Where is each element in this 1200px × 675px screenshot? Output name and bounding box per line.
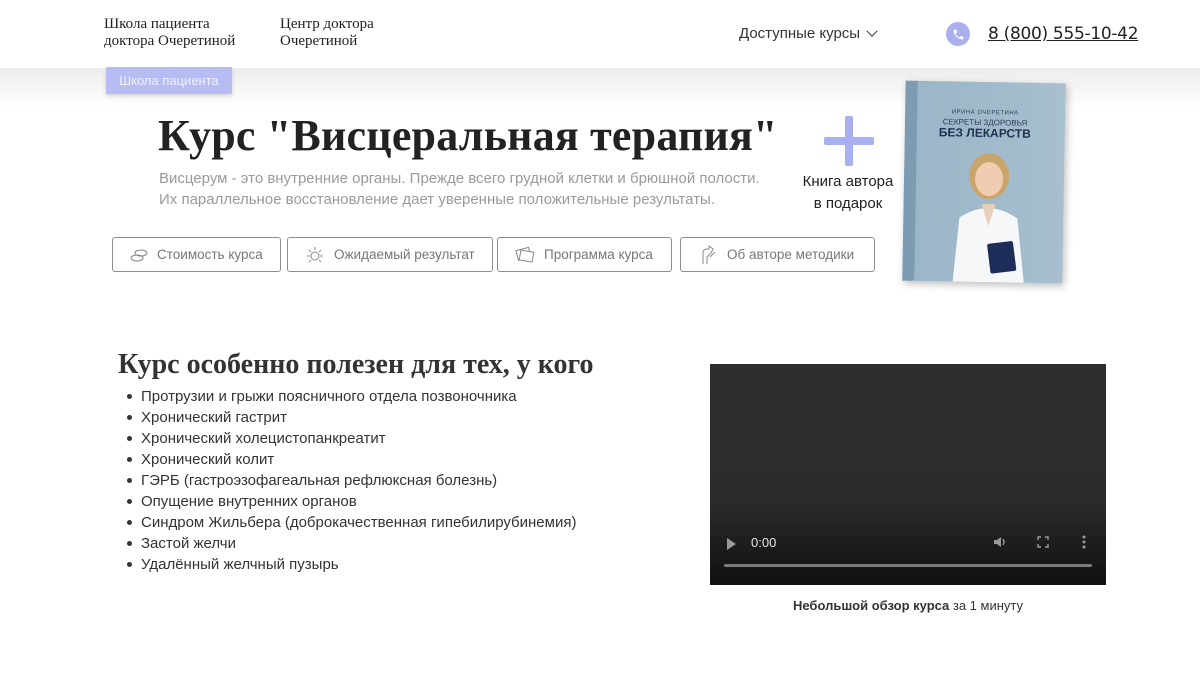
- cards-icon: [515, 246, 535, 263]
- brand-center-line2: Очеретиной: [280, 33, 358, 49]
- list-item: Хронический колит: [126, 449, 576, 470]
- sun-icon: [307, 246, 323, 262]
- breadcrumb[interactable]: Школа пациента: [106, 67, 232, 94]
- tab-author-label: Об авторе методики: [727, 247, 855, 262]
- conditions-title: Курс особенно полезен для тех, у кого: [118, 349, 594, 380]
- course-description-line2: Их параллельное восстановление дает увер…: [159, 191, 716, 208]
- tab-program[interactable]: Программа курса: [497, 237, 672, 272]
- book-cover-image: ИРИНА ОЧЕРЕТИНА СЕКРЕТЫ ЗДОРОВЬЯ БЕЗ ЛЕК…: [902, 80, 1066, 284]
- tab-expected-result[interactable]: Ожидаемый результат: [287, 237, 493, 272]
- plus-icon: [824, 116, 874, 166]
- brand-center-link[interactable]: Центр доктора Очеретиной: [280, 16, 374, 50]
- tab-price[interactable]: Стоимость курса: [112, 237, 281, 272]
- phone-icon[interactable]: [946, 22, 970, 46]
- gift-text: Книга автора в подарок: [796, 171, 900, 215]
- course-description-line1: Висцерум - это внутренние органы. Прежде…: [159, 170, 760, 187]
- site-header: Школа пациента доктора Очеретиной Центр …: [0, 0, 1200, 68]
- play-icon[interactable]: [727, 538, 736, 550]
- list-item: Застой желчи: [126, 533, 576, 554]
- video-progress-bar[interactable]: [724, 564, 1092, 567]
- gift-line1: Книга автора: [802, 173, 894, 190]
- brand-school-line1: Школа пациента: [104, 16, 210, 32]
- course-description: Висцерум - это внутренние органы. Прежде…: [159, 168, 789, 210]
- video-caption: Небольшой обзор курса за 1 минуту: [710, 598, 1200, 613]
- tab-program-label: Программа курса: [544, 247, 653, 262]
- brand-school-line2: доктора Очеретиной: [104, 33, 236, 49]
- tab-expected-result-label: Ожидаемый результат: [334, 247, 475, 262]
- gift-line2: в подарок: [813, 195, 883, 212]
- page-title: Курс "Висцеральная терапия": [158, 111, 778, 160]
- list-item: Удалённый желчный пузырь: [126, 554, 576, 575]
- tab-author[interactable]: Об авторе методики: [680, 237, 875, 272]
- more-options-icon[interactable]: [1082, 535, 1086, 549]
- video-time: 0:00: [751, 535, 777, 550]
- author-icon: [702, 244, 716, 264]
- volume-icon[interactable]: [992, 534, 1008, 550]
- list-item: Синдром Жильбера (доброкачественная гипе…: [126, 514, 577, 531]
- chevron-down-icon: [866, 25, 878, 37]
- courses-dropdown-label: Доступные курсы: [739, 25, 861, 42]
- video-caption-rest: за 1 минуту: [949, 598, 1023, 613]
- phone-number-link[interactable]: 8 (800) 555-10-42: [988, 24, 1139, 44]
- author-photo-icon: [952, 153, 1025, 284]
- brand-school-link[interactable]: Школа пациента доктора Очеретиной: [104, 16, 235, 50]
- book-title: БЕЗ ЛЕКАРСТВ: [938, 125, 1031, 141]
- conditions-list: Протрузии и грыжи поясничного отдела поз…: [126, 386, 577, 575]
- list-item: Хронический холецистопанкреатит: [126, 428, 576, 449]
- tab-price-label: Стоимость курса: [157, 247, 263, 262]
- video-caption-bold: Небольшой обзор курса: [792, 598, 950, 613]
- list-item: Протрузии и грыжи поясничного отдела поз…: [126, 386, 576, 407]
- list-item: Хронический гастрит: [126, 407, 576, 428]
- coins-icon: [130, 249, 148, 261]
- courses-dropdown[interactable]: Доступные курсы: [739, 25, 878, 42]
- fullscreen-icon[interactable]: [1037, 536, 1049, 548]
- brand-center-line1: Центр доктора: [280, 16, 374, 32]
- video-player[interactable]: 0:00: [710, 364, 1106, 585]
- list-item: Опущение внутренних органов: [126, 491, 576, 512]
- list-item: ГЭРБ (гастроэзофагеальная рефлюксная бол…: [126, 470, 576, 491]
